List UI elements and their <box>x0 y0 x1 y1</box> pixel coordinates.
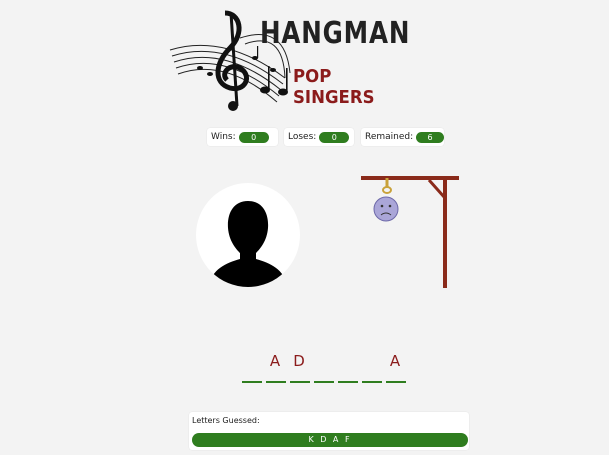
guessed-letters-label: Letters Guessed: <box>192 416 260 425</box>
letter-slot <box>360 352 382 386</box>
game-title: HANGMAN <box>260 16 411 51</box>
wins-stat: Wins: 0 <box>207 128 278 146</box>
wins-label: Wins: <box>211 132 236 142</box>
remained-label: Remained: <box>365 132 414 142</box>
letter-underline <box>338 381 358 383</box>
guessed-letters-value: K D A F <box>192 433 468 447</box>
letter-slot <box>336 352 358 386</box>
letter-slot <box>312 352 334 386</box>
person-silhouette-icon <box>208 201 288 287</box>
letter-slot <box>240 352 262 386</box>
remained-stat: Remained: 6 <box>361 128 444 146</box>
loses-label: Loses: <box>288 132 317 142</box>
score-bar: Wins: 0 Loses: 0 Remained: 6 <box>0 128 609 146</box>
wins-value: 0 <box>238 131 269 143</box>
letter-underline <box>362 381 382 383</box>
letter-underline <box>386 381 406 383</box>
remained-value: 6 <box>416 131 444 143</box>
letter-slot: A <box>384 352 406 386</box>
letter-char: D <box>293 352 305 370</box>
singer-avatar <box>196 183 300 287</box>
letter-char: A <box>389 352 401 370</box>
letter-slot: A <box>264 352 286 386</box>
letter-underline <box>290 381 310 383</box>
loses-stat: Loses: 0 <box>284 128 354 146</box>
word-display: ADA <box>240 352 420 392</box>
loses-value: 0 <box>319 131 350 143</box>
letter-underline <box>314 381 334 383</box>
gallows-sad-face-icon <box>361 176 459 288</box>
game-logo: HANGMAN POP SINGERS <box>165 8 415 118</box>
letter-underline <box>266 381 286 383</box>
letter-underline <box>242 381 262 383</box>
guessed-letters-panel: Letters Guessed: K D A F <box>189 412 469 450</box>
game-subtitle: POP SINGERS <box>293 66 375 108</box>
letter-char: A <box>269 352 281 370</box>
gallows <box>355 168 465 293</box>
letter-slot: D <box>288 352 310 386</box>
